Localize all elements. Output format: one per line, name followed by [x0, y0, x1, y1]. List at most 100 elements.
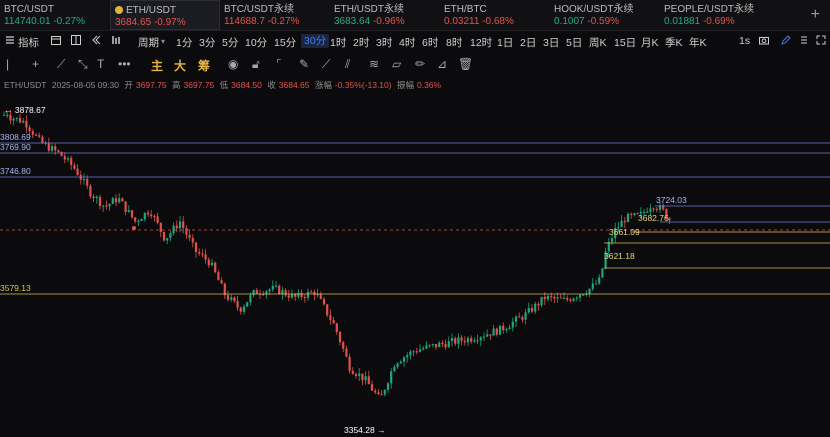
- candle-body: [591, 283, 594, 289]
- interval-3[interactable]: 10分: [245, 35, 267, 50]
- candle-body: [217, 272, 220, 281]
- brush-icon[interactable]: ✎: [299, 57, 309, 71]
- candle-body: [127, 210, 130, 212]
- interval-14[interactable]: 2日: [520, 35, 536, 50]
- interval-8[interactable]: 3时: [376, 35, 392, 50]
- candle-body: [598, 277, 601, 284]
- interval-21[interactable]: 年K: [689, 35, 707, 50]
- text-tool-icon[interactable]: T: [97, 57, 104, 71]
- calendar-icon[interactable]: [50, 34, 62, 46]
- interval-10[interactable]: 6时: [422, 35, 438, 50]
- shape-icon[interactable]: ▱: [392, 57, 401, 71]
- candle-body: [322, 298, 326, 305]
- interval-17[interactable]: 周K: [589, 35, 607, 50]
- interval-4[interactable]: 15分: [274, 35, 296, 50]
- candle-body: [553, 296, 556, 299]
- interval-0[interactable]: 1分: [176, 35, 192, 50]
- candle-body: [655, 208, 658, 210]
- interval-11[interactable]: 8时: [446, 35, 462, 50]
- indicator-button[interactable]: 指标: [18, 35, 39, 50]
- ticker-tab-2[interactable]: BTC/USDT永续 114688.7 -0.27%: [220, 0, 330, 30]
- interval-1[interactable]: 3分: [199, 35, 215, 50]
- candle-body: [230, 297, 233, 300]
- candle-body: [652, 208, 655, 210]
- collapse-icon[interactable]: [4, 34, 16, 46]
- trash-icon[interactable]: 🗑︎: [458, 57, 473, 71]
- interval-15[interactable]: 3日: [543, 35, 559, 50]
- lock-icon[interactable]: 🔓︎: [252, 57, 260, 72]
- measure-icon[interactable]: ⤡: [78, 57, 88, 72]
- candle-body: [150, 214, 153, 217]
- settings-icon[interactable]: [798, 34, 810, 46]
- ticker-change: -0.96%: [372, 16, 405, 27]
- large-order-button[interactable]: 大: [174, 57, 186, 74]
- ray-icon[interactable]: ⟋: [322, 57, 330, 72]
- candle-body: [342, 342, 345, 349]
- ticker-change: -0.27%: [53, 16, 85, 27]
- candle-body: [578, 294, 582, 298]
- fib-icon[interactable]: ≋: [369, 57, 379, 71]
- expand-icon[interactable]: [815, 34, 827, 46]
- interval-5[interactable]: 30分: [301, 34, 330, 48]
- interval-16[interactable]: 5日: [566, 35, 582, 50]
- candle-body: [95, 196, 98, 199]
- interval-6[interactable]: 1时: [330, 35, 346, 50]
- interval-19[interactable]: 月K: [641, 35, 659, 50]
- candle-body: [306, 291, 310, 298]
- more-icon[interactable]: •••: [118, 57, 131, 71]
- camera-icon[interactable]: [758, 34, 770, 46]
- main-indicator-button[interactable]: 主: [151, 57, 163, 74]
- pencil-icon[interactable]: ✏︎: [415, 57, 425, 71]
- cursor-icon[interactable]: |: [6, 57, 9, 71]
- candle-body: [38, 135, 41, 137]
- add-tab-button[interactable]: +: [811, 6, 820, 24]
- line-icon[interactable]: ⟋: [57, 57, 65, 72]
- add-icon[interactable]: +: [32, 57, 39, 71]
- candle-body: [329, 315, 332, 321]
- candle-body: [82, 178, 86, 180]
- pen-icon[interactable]: [780, 34, 792, 46]
- candle-body: [450, 338, 454, 342]
- info-open-label: 开: [124, 80, 133, 90]
- candle-body: [182, 221, 185, 229]
- candlestick-chart[interactable]: 3808.693769.90 3746.80 3724.03 3579.13 ← 387…: [0, 92, 830, 437]
- interval-2[interactable]: 5分: [222, 35, 238, 50]
- select-icon[interactable]: ⌜: [276, 57, 282, 71]
- interval-12[interactable]: 12时: [470, 35, 492, 50]
- chevron-down-icon: ▾: [161, 37, 166, 46]
- candle-body: [409, 351, 412, 356]
- layout-icon[interactable]: [70, 34, 82, 46]
- interval-18[interactable]: 15日: [614, 35, 636, 50]
- ticker-tab-3[interactable]: ETH/USDT永续 3683.64 -0.96%: [330, 0, 440, 30]
- annotation-label: 3682.76: [638, 213, 669, 223]
- ticker-tab-4[interactable]: ETH/BTC 0.03211 -0.68%: [440, 0, 550, 30]
- ticker-tab-1[interactable]: ETH/USDT 3684.65 -0.97%: [110, 0, 220, 30]
- candle-body: [201, 253, 204, 255]
- candle-body: [73, 165, 76, 169]
- candle-body: [15, 117, 18, 119]
- interval-7[interactable]: 2时: [353, 35, 369, 50]
- ticker-tab-0[interactable]: BTC/USDT 114740.01 -0.27%: [0, 0, 110, 30]
- period-dropdown[interactable]: 周期: [138, 35, 159, 50]
- interval-20[interactable]: 季K: [665, 35, 683, 50]
- ticker-name: HOOK/USDT永续: [554, 4, 634, 15]
- candle-body: [143, 212, 146, 220]
- candle-body: [390, 371, 393, 384]
- eye-icon[interactable]: ◉: [228, 57, 238, 71]
- candle-body: [508, 327, 511, 330]
- drawing-toolbar: | + ⟋ ⤡ T ••• 主 大 筹 ◉ 🔓︎ ⌜ ✎ ⟋ ⫽ ≋ ▱ ✏︎ …: [0, 55, 830, 75]
- interval-9[interactable]: 4时: [399, 35, 415, 50]
- chart-type-icon[interactable]: [110, 34, 122, 46]
- mode-button[interactable]: 1s: [739, 35, 750, 47]
- back-icon[interactable]: [90, 34, 102, 46]
- candle-body: [175, 225, 178, 229]
- ticker-tab-6[interactable]: PEOPLE/USDT永续 0.01881 -0.69%: [660, 0, 770, 30]
- chip-distribution-button[interactable]: 筹: [198, 57, 210, 74]
- ticker-tab-5[interactable]: HOOK/USDT永续 0.1007 -0.59%: [550, 0, 660, 30]
- ticker-price: 3683.64: [334, 16, 371, 27]
- candle-body: [399, 361, 402, 364]
- channel-icon[interactable]: ⫽: [345, 57, 350, 72]
- measure-ruler-icon[interactable]: ⊿: [437, 57, 447, 71]
- candle-body: [556, 297, 559, 299]
- interval-13[interactable]: 1日: [497, 35, 513, 50]
